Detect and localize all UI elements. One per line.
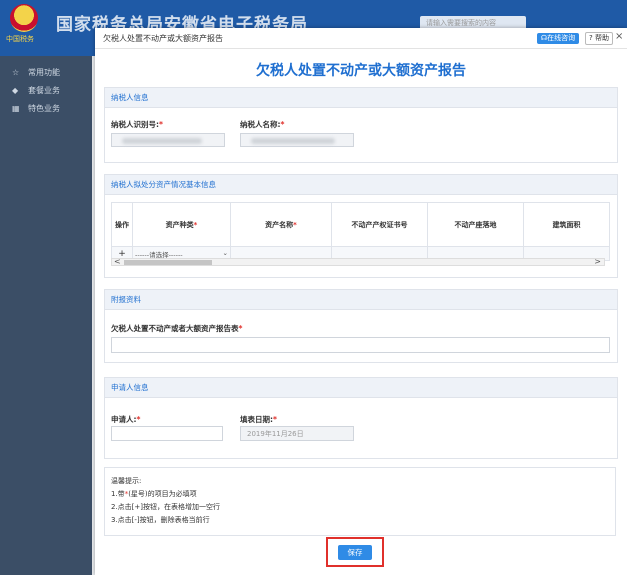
taxpayer-section: 纳税人信息 纳税人识别号:* 纳税人名称:* xyxy=(104,87,618,163)
col-area: 建筑面积 xyxy=(523,202,610,247)
attachment-label: 欠税人处置不动产或者大额资产报告表* xyxy=(111,324,243,333)
col-asset-type: 资产种类* xyxy=(132,202,231,247)
applicant-input[interactable] xyxy=(111,426,223,441)
section-title: 纳税人拟处分资产情况基本信息 xyxy=(105,175,617,195)
date-field: 2019年11月26日 xyxy=(240,426,354,441)
taxpayer-id-field xyxy=(111,133,225,147)
select-value: ------请选择------ xyxy=(135,250,183,259)
tips-title: 温馨提示: xyxy=(111,477,142,485)
star-icon: ☆ xyxy=(12,68,20,77)
scroll-left-icon[interactable]: < xyxy=(114,257,121,266)
tips-line-1: 1.带*(星号)的项目为必填项 xyxy=(111,490,197,498)
attachment-section: 附报资料 欠税人处置不动产或者大额资产报告表* xyxy=(104,289,618,363)
sidebar-item-package[interactable]: ◆ 套餐业务 xyxy=(0,82,92,100)
grid-icon: ▦ xyxy=(12,104,20,113)
scroll-right-icon[interactable]: > xyxy=(594,257,601,266)
applicant-section: 申请人信息 申请人:* 填表日期:* 2019年11月26日 xyxy=(104,377,618,459)
col-asset-name: 资产名称* xyxy=(230,202,332,247)
emblem-caption: 中国税务 xyxy=(6,35,34,43)
tax-emblem-icon xyxy=(10,4,38,32)
taxpayer-name-label: 纳税人名称:* xyxy=(240,120,285,129)
highlight-box xyxy=(326,537,384,567)
assets-table: 操作 资产种类* 资产名称* 不动产产权证书号 不动产座落地 建筑面积 + --… xyxy=(111,202,610,261)
help-label: 帮助 xyxy=(594,34,609,42)
sidebar-item-common[interactable]: ☆ 常用功能 xyxy=(0,64,92,82)
chevron-down-icon: ⌄ xyxy=(222,248,228,257)
col-operation: 操作 xyxy=(111,202,133,247)
online-consult-label: 在线咨询 xyxy=(547,34,576,42)
col-location: 不动产座落地 xyxy=(427,202,524,247)
dialog-header: 欠税人处置不动产或大额资产报告 ☊在线咨询 ? 帮助 × xyxy=(95,28,627,49)
table-header-row: 操作 资产种类* 资产名称* 不动产产权证书号 不动产座落地 建筑面积 xyxy=(111,202,610,247)
tips-box: 温馨提示: 1.带*(星号)的项目为必填项 2.点击[+]按钮，在表格增加一空行… xyxy=(104,467,616,536)
sidebar: ☆ 常用功能 ◆ 套餐业务 ▦ 特色业务 xyxy=(0,56,92,575)
sidebar-item-label: 套餐业务 xyxy=(28,86,60,95)
attachment-field[interactable] xyxy=(111,337,610,353)
applicant-label: 申请人:* xyxy=(111,415,141,424)
page-title: 欠税人处置不动产或大额资产报告 xyxy=(256,63,466,79)
sidebar-item-special[interactable]: ▦ 特色业务 xyxy=(0,100,92,118)
tips-line-3: 3.点击[-]按钮，删除表格当前行 xyxy=(111,516,210,524)
date-label: 填表日期:* xyxy=(240,415,277,424)
section-title: 附报资料 xyxy=(105,290,617,310)
online-consult-button[interactable]: ☊在线咨询 xyxy=(537,33,579,44)
assets-section: 纳税人拟处分资产情况基本信息 操作 资产种类* 资产名称* 不动产产权证书号 不… xyxy=(104,174,618,278)
horizontal-scrollbar[interactable]: < > xyxy=(111,257,605,266)
question-icon: ? xyxy=(589,34,593,42)
scrollbar-thumb[interactable] xyxy=(124,260,212,265)
dialog-title: 欠税人处置不动产或大额资产报告 xyxy=(103,34,223,43)
taxpayer-id-label: 纳税人识别号:* xyxy=(111,120,163,129)
tips-line-2: 2.点击[+]按钮，在表格增加一空行 xyxy=(111,503,221,511)
taxpayer-name-field xyxy=(240,133,354,147)
section-title: 申请人信息 xyxy=(105,378,617,398)
col-cert-number: 不动产产权证书号 xyxy=(331,202,428,247)
sidebar-item-label: 特色业务 xyxy=(28,104,60,113)
close-icon[interactable]: × xyxy=(615,31,623,42)
sidebar-item-label: 常用功能 xyxy=(28,68,60,77)
section-title: 纳税人信息 xyxy=(105,88,617,108)
layers-icon: ◆ xyxy=(12,86,19,95)
help-button[interactable]: ? 帮助 xyxy=(585,32,613,45)
report-dialog: 欠税人处置不动产或大额资产报告 ☊在线咨询 ? 帮助 × 欠税人处置不动产或大额… xyxy=(95,28,627,575)
